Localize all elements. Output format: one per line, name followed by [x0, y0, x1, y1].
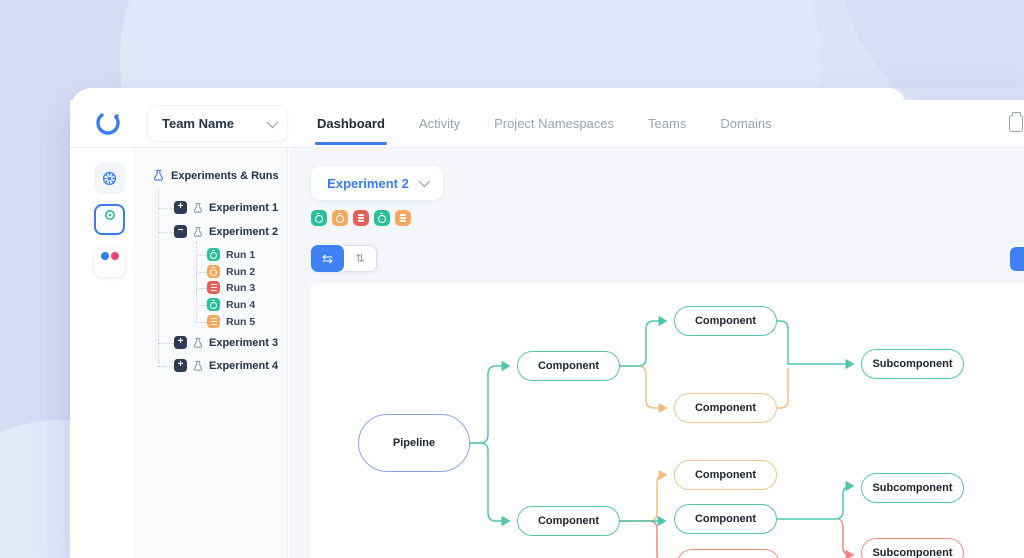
tree-run-2[interactable]: Run 2	[207, 265, 255, 278]
flask-icon	[192, 226, 204, 238]
timer-icon[interactable]	[311, 210, 327, 226]
horizontal-flow-toggle[interactable]: ⇆	[311, 245, 344, 272]
tab-activity[interactable]: Activity	[417, 102, 462, 145]
team-selector[interactable]: Team Name	[147, 105, 288, 142]
tree-run-5[interactable]: Run 5	[207, 315, 255, 328]
partial-primary-button[interactable]	[1010, 247, 1024, 271]
tree-run-1[interactable]: Run 1	[207, 248, 255, 261]
diagram-node-component[interactable]: Component	[517, 506, 620, 536]
layout-toggle: ⇆ ⇅	[311, 245, 377, 272]
tree-root-experiments-runs[interactable]: Experiments & Runs	[152, 169, 279, 182]
expand-icon[interactable]: +	[174, 336, 187, 349]
tab-domains[interactable]: Domains	[718, 102, 773, 145]
chevron-down-icon	[267, 116, 278, 127]
diagram-node-component[interactable]: Component	[677, 549, 780, 558]
vertical-flow-toggle[interactable]: ⇅	[344, 245, 377, 272]
blue-dot-icon	[101, 252, 109, 260]
tree-guide-line	[196, 288, 207, 289]
experiment-selector[interactable]: Experiment 2	[311, 166, 443, 200]
pipeline-canvas[interactable]: Pipeline Component Component Component S…	[310, 283, 1024, 558]
queue-icon[interactable]	[395, 210, 411, 226]
timer-icon	[207, 248, 220, 261]
tree-guide-line	[158, 208, 174, 209]
ring-logo-icon[interactable]	[94, 204, 125, 235]
experiment-selector-label: Experiment 2	[327, 176, 409, 191]
timer-icon	[207, 298, 220, 311]
flask-icon	[152, 169, 165, 182]
chevron-down-icon	[419, 176, 430, 187]
collapse-icon[interactable]: −	[174, 225, 187, 238]
tree-item-experiment-1[interactable]: + Experiment 1	[174, 201, 278, 214]
tree-item-label: Experiment 1	[209, 202, 278, 214]
tree-guide-line	[196, 305, 207, 306]
tree-guide-line	[158, 188, 159, 363]
tree-run-4[interactable]: Run 4	[207, 298, 255, 311]
tree-guide-line	[196, 322, 207, 323]
team-name-label: Team Name	[162, 116, 267, 131]
queue-icon	[207, 315, 220, 328]
tree-item-label: Experiment 3	[209, 337, 278, 349]
flask-icon	[192, 202, 204, 214]
tree-item-label: Experiment 2	[209, 226, 278, 238]
timer-icon[interactable]	[374, 210, 390, 226]
expand-icon[interactable]: +	[174, 201, 187, 214]
diagram-node-component[interactable]: Component	[517, 351, 620, 381]
diagram-node-component[interactable]: Component	[674, 504, 777, 534]
tree-guide-line	[196, 242, 197, 322]
expand-icon[interactable]: +	[174, 359, 187, 372]
tree-root-label: Experiments & Runs	[171, 170, 279, 182]
main-nav: Dashboard Activity Project Namespaces Te…	[315, 100, 774, 147]
tree-run-3[interactable]: Run 3	[207, 281, 255, 294]
tab-project-namespaces[interactable]: Project Namespaces	[492, 102, 616, 145]
flask-icon	[192, 360, 204, 372]
diagram-node-subcomponent[interactable]: Subcomponent	[861, 473, 964, 503]
diagram-node-component[interactable]: Component	[674, 460, 777, 490]
tree-item-label: Experiment 4	[209, 360, 278, 372]
queue-icon	[207, 281, 220, 294]
diagram-node-component[interactable]: Component	[674, 393, 777, 423]
tab-dashboard[interactable]: Dashboard	[315, 102, 387, 145]
tree-guide-line	[158, 232, 174, 233]
clipboard-icon[interactable]	[1009, 115, 1023, 132]
tree-guide-line	[196, 272, 207, 273]
tree-guide-line	[196, 255, 207, 256]
icon-rail	[70, 148, 133, 558]
kubernetes-wheel-icon[interactable]	[94, 163, 125, 194]
tree-guide-line	[158, 366, 174, 367]
diagram-node-pipeline[interactable]: Pipeline	[358, 414, 470, 472]
flask-icon	[192, 337, 204, 349]
tree-item-experiment-3[interactable]: + Experiment 3	[174, 336, 278, 349]
tree-guide-line	[158, 343, 174, 344]
experiments-tree-panel: Experiments & Runs + Experiment 1 − Expe…	[133, 148, 288, 558]
diagram-node-subcomponent[interactable]: Subcomponent	[861, 538, 964, 558]
diagram-node-component[interactable]: Component	[674, 306, 777, 336]
tree-item-experiment-2[interactable]: − Experiment 2	[174, 225, 278, 238]
run-status-row	[311, 210, 411, 226]
timer-icon[interactable]	[332, 210, 348, 226]
diagram-node-subcomponent[interactable]: Subcomponent	[861, 349, 964, 379]
tree-item-experiment-4[interactable]: + Experiment 4	[174, 359, 278, 372]
tab-teams[interactable]: Teams	[646, 102, 688, 145]
timer-icon	[207, 265, 220, 278]
two-dots-logo-icon[interactable]	[94, 246, 125, 277]
app-screen: Team Name Dashboard Activity Project Nam…	[0, 0, 1024, 558]
pink-dot-icon	[111, 252, 119, 260]
app-logo-icon[interactable]	[94, 109, 122, 137]
queue-icon[interactable]	[353, 210, 369, 226]
